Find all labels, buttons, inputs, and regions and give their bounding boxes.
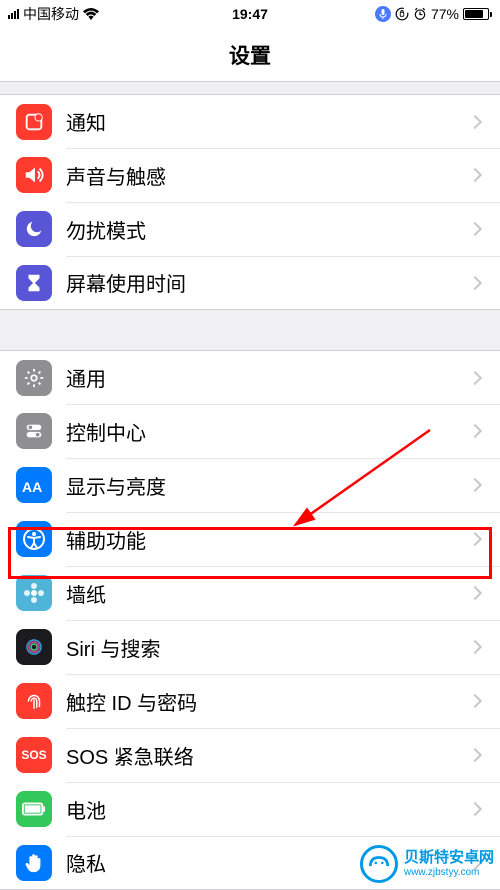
chevron-right-icon	[468, 640, 482, 654]
sounds-icon	[16, 157, 52, 193]
sos-icon: SOS	[16, 737, 52, 773]
row-label: 勿扰模式	[66, 215, 470, 244]
row-label: 控制中心	[66, 417, 470, 446]
settings-row-controlcenter[interactable]: 控制中心	[0, 404, 500, 458]
row-label: 辅助功能	[66, 525, 470, 554]
accessibility-icon	[16, 521, 52, 557]
watermark: 贝斯特安卓网 www.zjbstyy.com	[360, 845, 494, 883]
status-bar: 中国移动 19:47 77%	[0, 0, 500, 28]
settings-row-dnd[interactable]: 勿扰模式	[0, 202, 500, 256]
svg-text:AA: AA	[22, 479, 42, 495]
carrier-label: 中国移动	[23, 4, 79, 24]
chevron-right-icon	[468, 532, 482, 546]
watermark-logo-icon	[360, 845, 398, 883]
chevron-right-icon	[468, 222, 482, 236]
flower-icon	[16, 575, 52, 611]
settings-row-touchid[interactable]: 触控 ID 与密码	[0, 674, 500, 728]
siri-icon	[16, 629, 52, 665]
watermark-brand: 贝斯特安卓网	[404, 850, 494, 867]
row-label: SOS 紧急联络	[66, 741, 470, 770]
voice-icon	[375, 6, 391, 22]
settings-row-notifications[interactable]: 通知	[0, 94, 500, 148]
moon-icon	[16, 211, 52, 247]
chevron-right-icon	[468, 424, 482, 438]
chevron-right-icon	[468, 114, 482, 128]
hand-icon	[16, 845, 52, 881]
gear-icon	[16, 360, 52, 396]
row-label: 显示与亮度	[66, 471, 470, 500]
settings-row-siri[interactable]: Siri 与搜索	[0, 620, 500, 674]
status-right: 77%	[375, 6, 492, 22]
settings-row-sounds[interactable]: 声音与触感	[0, 148, 500, 202]
nav-header: 设置	[0, 28, 500, 82]
page-title: 设置	[229, 40, 271, 70]
wifi-icon	[83, 8, 99, 20]
row-label: 墙纸	[66, 579, 470, 608]
row-label: 通用	[66, 363, 470, 392]
settings-row-accessibility[interactable]: 辅助功能	[0, 512, 500, 566]
text-size-icon: AA	[16, 467, 52, 503]
row-label: 触控 ID 与密码	[66, 687, 470, 716]
settings-row-wallpaper[interactable]: 墙纸	[0, 566, 500, 620]
status-left: 中国移动	[8, 4, 99, 24]
orientation-lock-icon	[395, 7, 409, 21]
notifications-icon	[16, 104, 52, 140]
chevron-right-icon	[468, 168, 482, 182]
row-label: Siri 与搜索	[66, 633, 470, 662]
chevron-right-icon	[468, 478, 482, 492]
chevron-right-icon	[468, 586, 482, 600]
chevron-right-icon	[468, 275, 482, 289]
battery-percent: 77%	[431, 6, 459, 22]
settings-row-screentime[interactable]: 屏幕使用时间	[0, 256, 500, 310]
settings-row-sos[interactable]: SOS SOS 紧急联络	[0, 728, 500, 782]
row-label: 屏幕使用时间	[66, 268, 470, 297]
chevron-right-icon	[468, 370, 482, 384]
chevron-right-icon	[468, 748, 482, 762]
fingerprint-icon	[16, 683, 52, 719]
alarm-icon	[413, 7, 427, 21]
status-time: 19:47	[232, 6, 268, 22]
settings-row-battery[interactable]: 电池	[0, 782, 500, 836]
signal-icon	[8, 9, 19, 19]
watermark-url: www.zjbstyy.com	[404, 867, 494, 878]
chevron-right-icon	[468, 694, 482, 708]
chevron-right-icon	[468, 802, 482, 816]
hourglass-icon	[16, 265, 52, 301]
battery-icon	[16, 791, 52, 827]
settings-row-display[interactable]: AA 显示与亮度	[0, 458, 500, 512]
switches-icon	[16, 413, 52, 449]
row-label: 电池	[66, 795, 470, 824]
settings-row-general[interactable]: 通用	[0, 350, 500, 404]
row-label: 声音与触感	[66, 161, 470, 190]
row-label: 通知	[66, 107, 470, 136]
battery-icon	[463, 8, 492, 20]
